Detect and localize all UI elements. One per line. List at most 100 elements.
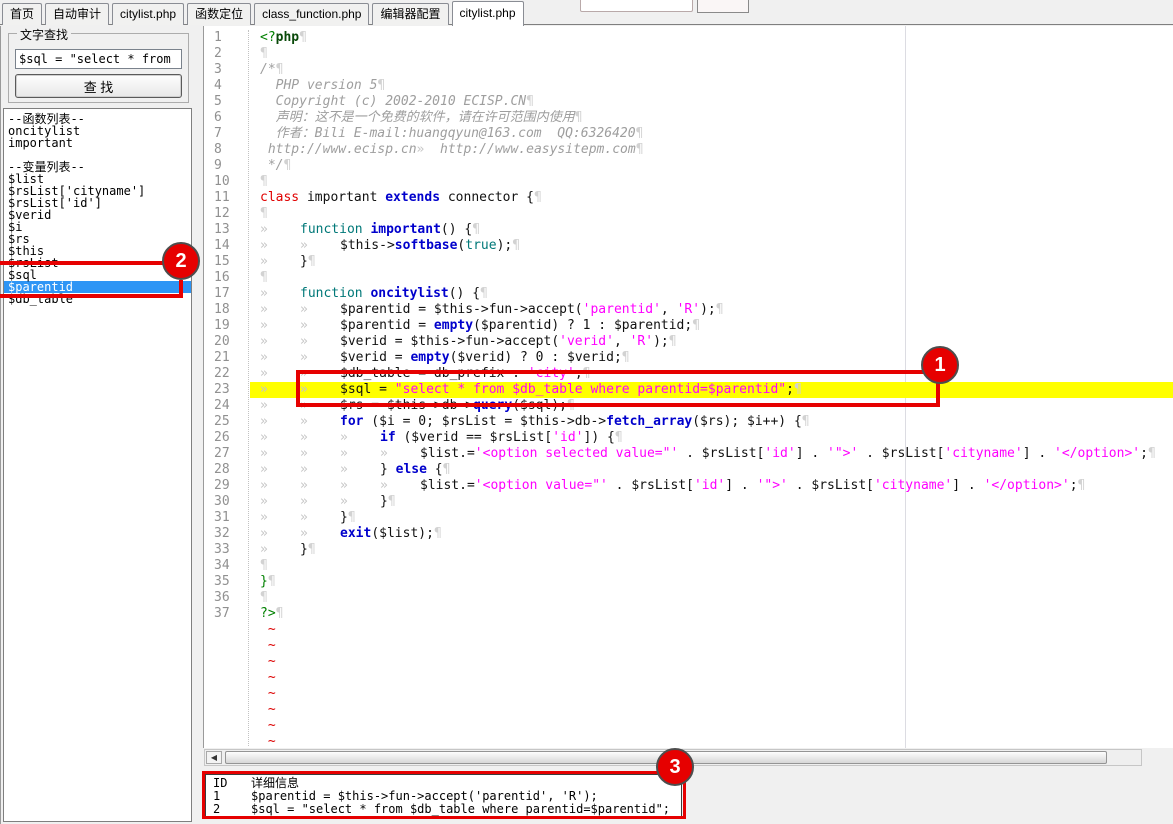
line-number (204, 686, 248, 702)
code-line-1[interactable]: <?php¶ (250, 30, 1173, 46)
code-line-21[interactable]: »»$verid = empty($verid) ? 0 : $verid;¶ (250, 350, 1173, 366)
code-line-26[interactable]: »»»if ($verid == $rsList['id']) {¶ (250, 430, 1173, 446)
pilcrow-marker: ¶ (669, 334, 677, 349)
code-line-16[interactable]: ¶ (250, 270, 1173, 286)
code-line-4[interactable]: PHP version 5¶ (250, 78, 1173, 94)
line-number: 26 (204, 430, 248, 446)
code-line-2[interactable]: ¶ (250, 46, 1173, 62)
function-variable-listbox[interactable]: --函数列表--oncitylistimportant --变量列表--$lis… (3, 108, 192, 822)
tab-whitespace-marker: » (260, 446, 300, 462)
pilcrow-marker: ¶ (268, 574, 276, 589)
code-line-20[interactable]: »»$verid = $this->fun->accept('verid', '… (250, 334, 1173, 350)
code-line-8[interactable]: http://www.ecisp.cn» http://www.easysite… (250, 142, 1173, 158)
line-number: 18 (204, 302, 248, 318)
code-line-5[interactable]: Copyright (c) 2002-2010 ECISP.CN¶ (250, 94, 1173, 110)
code-tilde-line[interactable]: ~ (250, 702, 1173, 718)
code-line-28[interactable]: »»»} else {¶ (250, 462, 1173, 478)
tab-whitespace-marker: » (260, 286, 300, 302)
line-number: 12 (204, 206, 248, 222)
code-tilde-line[interactable]: ~ (250, 638, 1173, 654)
code-line-17[interactable]: »function oncitylist() {¶ (250, 286, 1173, 302)
pilcrow-marker: ¶ (348, 510, 356, 525)
line-number: 36 (204, 590, 248, 606)
tab-whitespace-marker: » (380, 478, 420, 494)
code-line-18[interactable]: »»$parentid = $this->fun->accept('parent… (250, 302, 1173, 318)
line-number: 15 (204, 254, 248, 270)
tab-whitespace-marker: » (340, 494, 380, 510)
code-line-37[interactable]: ?>¶ (250, 606, 1173, 622)
tab-编辑器配置-5[interactable]: 编辑器配置 (372, 3, 448, 25)
tab-citylist.php-6[interactable]: citylist.php (452, 1, 524, 26)
code-line-15[interactable]: »}¶ (250, 254, 1173, 270)
line-number: 17 (204, 286, 248, 302)
tab-whitespace-marker: » (260, 414, 300, 430)
annotation-circle-2: 2 (162, 242, 200, 280)
scroll-left-arrow-icon[interactable]: ◀ (206, 751, 222, 764)
tab-函数定位-3[interactable]: 函数定位 (187, 3, 251, 25)
code-tilde-line[interactable]: ~ (250, 622, 1173, 638)
pilcrow-marker: ¶ (480, 286, 488, 301)
tab-whitespace-marker: » (260, 510, 300, 526)
tab-whitespace-marker: » (260, 350, 300, 366)
tab-whitespace-marker: » (260, 334, 300, 350)
code-line-35[interactable]: }¶ (250, 574, 1173, 590)
list-item-$i[interactable]: $i (4, 221, 191, 233)
tab-citylist.php-2[interactable]: citylist.php (112, 3, 184, 25)
line-number: 20 (204, 334, 248, 350)
code-line-34[interactable]: ¶ (250, 558, 1173, 574)
line-number: 14 (204, 238, 248, 254)
line-number: 28 (204, 462, 248, 478)
code-tilde-line[interactable]: ~ (250, 718, 1173, 734)
tab-whitespace-marker: » (300, 302, 340, 318)
code-line-27[interactable]: »»»»$list.='<option selected value="' . … (250, 446, 1173, 462)
pilcrow-marker: ¶ (434, 526, 442, 541)
list-item-important[interactable]: important (4, 137, 191, 149)
code-line-14[interactable]: »»$this->softbase(true);¶ (250, 238, 1173, 254)
code-line-10[interactable]: ¶ (250, 174, 1173, 190)
code-line-3[interactable]: /*¶ (250, 62, 1173, 78)
code-line-33[interactable]: »}¶ (250, 542, 1173, 558)
line-number: 5 (204, 94, 248, 110)
list-item-$verid[interactable]: $verid (4, 209, 191, 221)
pilcrow-marker: ¶ (260, 46, 268, 61)
tab-whitespace-marker: » (340, 430, 380, 446)
annotation-2-line-top (0, 261, 164, 265)
code-line-30[interactable]: »»»}¶ (250, 494, 1173, 510)
code-line-12[interactable]: ¶ (250, 206, 1173, 222)
pilcrow-marker: ¶ (388, 494, 396, 509)
code-line-29[interactable]: »»»»$list.='<option value="' . $rsList['… (250, 478, 1173, 494)
tab-whitespace-marker: » (340, 462, 380, 478)
line-number: 24 (204, 398, 248, 414)
search-input[interactable] (15, 49, 182, 69)
code-line-36[interactable]: ¶ (250, 590, 1173, 606)
search-button[interactable]: 查 找 (15, 74, 182, 98)
code-line-7[interactable]: 作者：Bili E-mail:huangqyun@163.com QQ:6326… (250, 126, 1173, 142)
line-number (204, 638, 248, 654)
tab-首页-0[interactable]: 首页 (2, 3, 42, 25)
code-tilde-line[interactable]: ~ (250, 670, 1173, 686)
code-line-32[interactable]: »»exit($list);¶ (250, 526, 1173, 542)
code-line-19[interactable]: »»$parentid = empty($parentid) ? 1 : $pa… (250, 318, 1173, 334)
tab-自动审计-1[interactable]: 自动审计 (45, 3, 109, 25)
code-tilde-line[interactable]: ~ (250, 734, 1173, 748)
code-line-6[interactable]: 声明：这不是一个免费的软件，请在许可范围内使用¶ (250, 110, 1173, 126)
tab-whitespace-marker: » (300, 494, 340, 510)
pilcrow-marker: ¶ (260, 590, 268, 605)
code-line-13[interactable]: »function important() {¶ (250, 222, 1173, 238)
line-number-gutter: 1234567891011121314151617181920212223242… (204, 30, 249, 746)
code-line-11[interactable]: class important extends connector {¶ (250, 190, 1173, 206)
partial-text-input[interactable] (580, 0, 693, 12)
tab-class_function.php-4[interactable]: class_function.php (254, 3, 369, 25)
tab-whitespace-marker: » (300, 318, 340, 334)
code-line-9[interactable]: */¶ (250, 158, 1173, 174)
code-tilde-line[interactable]: ~ (250, 686, 1173, 702)
line-number: 35 (204, 574, 248, 590)
line-number: 19 (204, 318, 248, 334)
line-number: 10 (204, 174, 248, 190)
annotation-2-line-bottom (0, 294, 183, 298)
code-line-25[interactable]: »»for ($i = 0; $rsList = $this->db->fetc… (250, 414, 1173, 430)
tab-whitespace-marker: » (300, 510, 340, 526)
code-line-31[interactable]: »»}¶ (250, 510, 1173, 526)
code-tilde-line[interactable]: ~ (250, 654, 1173, 670)
partial-button[interactable] (697, 0, 749, 13)
